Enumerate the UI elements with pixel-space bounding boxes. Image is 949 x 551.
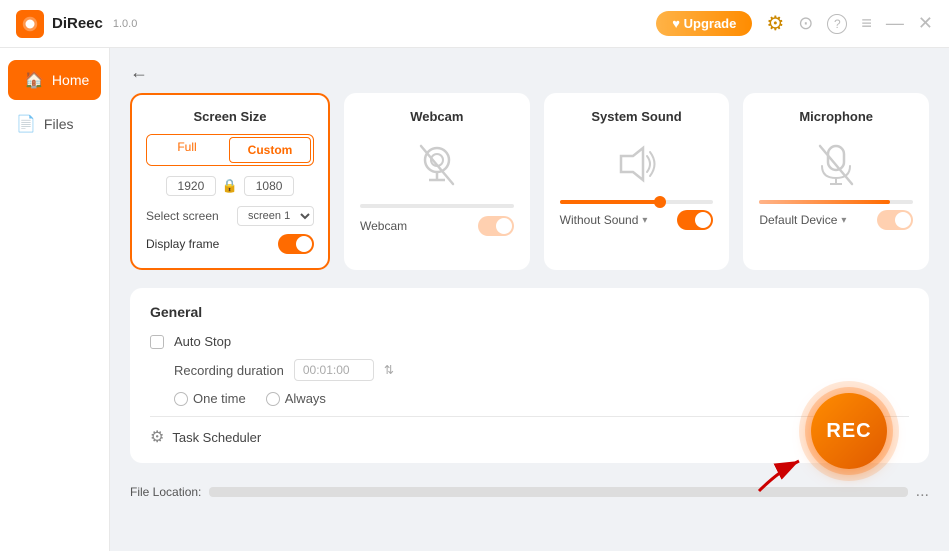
one-time-radio[interactable] bbox=[174, 392, 188, 406]
mic-toggle[interactable] bbox=[877, 210, 913, 230]
close-icon[interactable]: ✕ bbox=[918, 13, 933, 34]
help-icon[interactable]: ? bbox=[827, 14, 847, 34]
system-sound-icon bbox=[611, 138, 663, 190]
sidebar-item-home-label: Home bbox=[52, 72, 89, 88]
recording-duration-row: Recording duration ⇅ bbox=[150, 359, 909, 381]
without-sound-label: Without Sound bbox=[560, 213, 639, 227]
auto-stop-checkbox[interactable] bbox=[150, 335, 164, 349]
webcam-label: Webcam bbox=[360, 219, 407, 233]
auto-stop-row: Auto Stop bbox=[150, 334, 909, 349]
file-location-dots[interactable]: ... bbox=[916, 483, 929, 501]
coin-icon[interactable]: ⚙ bbox=[766, 11, 784, 36]
home-icon: 🏠 bbox=[24, 70, 44, 90]
mic-icon bbox=[810, 138, 862, 190]
mic-bottom-row: Default Device ▾ bbox=[759, 210, 913, 230]
system-sound-toggle-thumb bbox=[695, 212, 711, 228]
general-title: General bbox=[150, 304, 909, 320]
system-sound-card: System Sound bbox=[544, 93, 730, 270]
size-tabs: Full Custom bbox=[146, 134, 314, 166]
recording-duration-label: Recording duration bbox=[174, 363, 284, 378]
microphone-card: Microphone bbox=[743, 93, 929, 270]
screen-size-card: Screen Size Full Custom 🔒 Select screen … bbox=[130, 93, 330, 270]
lock-icon: 🔒 bbox=[222, 178, 238, 194]
webcam-slider[interactable] bbox=[360, 204, 514, 208]
webcam-title: Webcam bbox=[410, 109, 463, 124]
mic-dropdown-chevron[interactable]: ▾ bbox=[841, 215, 846, 226]
always-radio[interactable] bbox=[266, 392, 280, 406]
content-wrapper: ← Screen Size Full Custom 🔒 bbox=[110, 48, 949, 551]
select-screen-row: Select screen screen 1 bbox=[146, 206, 314, 226]
width-input[interactable] bbox=[166, 176, 216, 196]
rec-arrow bbox=[749, 441, 809, 501]
webcam-toggle[interactable] bbox=[478, 216, 514, 236]
always-option[interactable]: Always bbox=[266, 391, 326, 406]
one-time-option[interactable]: One time bbox=[174, 391, 246, 406]
main-layout: 🏠 Home 📄 Files ← Screen Size Full Custom bbox=[0, 48, 949, 551]
screen-size-title: Screen Size bbox=[194, 109, 267, 124]
webcam-icon-wrap bbox=[407, 134, 467, 194]
mic-icon-wrap bbox=[806, 134, 866, 194]
always-label: Always bbox=[285, 391, 326, 406]
file-location-label: File Location: bbox=[130, 485, 201, 499]
microphone-title: Microphone bbox=[799, 109, 873, 124]
sound-select-wrap: Without Sound ▾ bbox=[560, 213, 648, 227]
duration-spinner[interactable]: ⇅ bbox=[384, 363, 394, 377]
rec-container: REC bbox=[799, 381, 899, 481]
title-bar-right: ♥ Upgrade ⚙ ⊙ ? ≡ — ✕ bbox=[656, 11, 933, 36]
display-frame-label: Display frame bbox=[146, 237, 219, 251]
mic-device-label: Default Device bbox=[759, 213, 837, 227]
task-gear-icon: ⚙ bbox=[150, 427, 164, 447]
system-sound-toggle[interactable] bbox=[677, 210, 713, 230]
mic-slider-fill bbox=[759, 200, 890, 204]
system-sound-slider-fill bbox=[560, 200, 660, 204]
system-sound-title: System Sound bbox=[591, 109, 681, 124]
one-time-label: One time bbox=[193, 391, 246, 406]
mic-toggle-thumb bbox=[895, 212, 911, 228]
upgrade-button[interactable]: ♥ Upgrade bbox=[656, 11, 752, 36]
custom-tab[interactable]: Custom bbox=[229, 137, 311, 163]
rec-button[interactable]: REC bbox=[811, 393, 887, 469]
display-frame-row: Display frame bbox=[146, 234, 314, 254]
system-sound-slider[interactable] bbox=[560, 200, 714, 204]
sound-dropdown-chevron[interactable]: ▾ bbox=[642, 215, 647, 226]
minimize-icon[interactable]: — bbox=[886, 13, 904, 34]
auto-stop-label: Auto Stop bbox=[174, 334, 231, 349]
recording-duration-input[interactable] bbox=[294, 359, 374, 381]
webcam-icon bbox=[411, 138, 463, 190]
sidebar: 🏠 Home 📄 Files bbox=[0, 48, 110, 551]
dimensions-row: 🔒 bbox=[166, 176, 294, 196]
select-screen-label: Select screen bbox=[146, 209, 219, 223]
screen-select[interactable]: screen 1 bbox=[237, 206, 314, 226]
height-input[interactable] bbox=[244, 176, 294, 196]
back-button[interactable]: ← bbox=[130, 62, 148, 83]
system-sound-thumb bbox=[654, 196, 666, 208]
webcam-card: Webcam bbox=[344, 93, 530, 270]
rec-inner-ring: REC bbox=[805, 387, 893, 475]
sidebar-item-home[interactable]: 🏠 Home bbox=[8, 60, 101, 100]
menu-icon[interactable]: ≡ bbox=[861, 13, 872, 34]
divider bbox=[150, 416, 909, 417]
mic-slider[interactable] bbox=[759, 200, 913, 204]
webcam-toggle-thumb bbox=[496, 218, 512, 234]
mic-select-wrap: Default Device ▾ bbox=[759, 213, 846, 227]
webcam-bottom-row: Webcam bbox=[360, 216, 514, 236]
rec-outer-ring: REC bbox=[799, 381, 899, 481]
display-frame-toggle-thumb bbox=[296, 236, 312, 252]
sidebar-item-files[interactable]: 📄 Files bbox=[0, 104, 109, 144]
file-location-row: File Location: ... bbox=[130, 477, 929, 507]
cards-row: Screen Size Full Custom 🔒 Select screen … bbox=[130, 93, 929, 270]
files-icon: 📄 bbox=[16, 114, 36, 134]
sidebar-item-files-label: Files bbox=[44, 116, 74, 132]
task-scheduler-label: Task Scheduler bbox=[172, 430, 261, 445]
app-name: DiReec bbox=[52, 15, 103, 32]
app-version: 1.0.0 bbox=[113, 18, 137, 30]
app-logo bbox=[16, 10, 44, 38]
system-sound-bottom-row: Without Sound ▾ bbox=[560, 210, 714, 230]
title-bar-left: DiReec 1.0.0 bbox=[16, 10, 137, 38]
display-frame-toggle[interactable] bbox=[278, 234, 314, 254]
full-tab[interactable]: Full bbox=[147, 135, 227, 165]
title-bar: DiReec 1.0.0 ♥ Upgrade ⚙ ⊙ ? ≡ — ✕ bbox=[0, 0, 949, 48]
system-sound-icon-wrap bbox=[607, 134, 667, 194]
camera-circle-icon[interactable]: ⊙ bbox=[798, 13, 813, 34]
